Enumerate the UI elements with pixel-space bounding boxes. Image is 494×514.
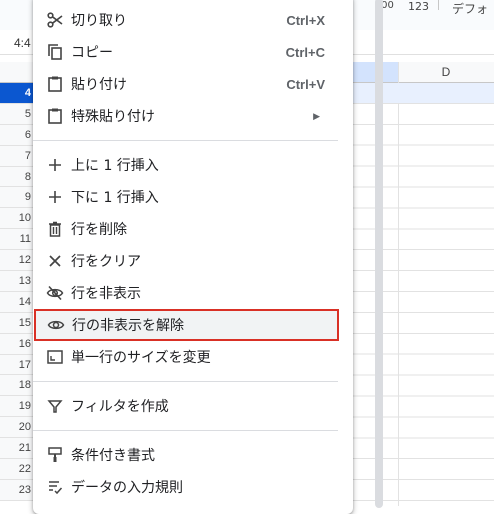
grid-divider: [398, 62, 399, 506]
toolbar-divider: [438, 0, 439, 10]
menu-item-label: 下に 1 行挿入: [71, 190, 159, 206]
clipboard-icon: [46, 75, 64, 93]
column-header-d[interactable]: D: [398, 62, 494, 82]
font-select[interactable]: デフォ: [452, 0, 488, 17]
shortcut-label: Ctrl+V: [286, 76, 325, 92]
menu-item-label: コピー: [71, 45, 113, 61]
menu-scrollbar[interactable]: [375, 0, 383, 508]
checklist-icon: [46, 478, 64, 496]
menu-item-paste-special[interactable]: 特殊貼り付け ▶: [33, 100, 338, 132]
menu-item-label: フィルタを作成: [71, 399, 169, 415]
menu-item-label: 条件付き書式: [71, 448, 155, 464]
menu-item-label: 特殊貼り付け: [71, 109, 155, 125]
menu-item-hide-row[interactable]: 行を非表示: [33, 277, 338, 309]
menu-item-insert-row-above[interactable]: 上に 1 行挿入: [33, 149, 338, 181]
context-menu: 切り取り Ctrl+X コピー Ctrl+C 貼り付け Ctrl+V 特殊貼り付…: [33, 0, 383, 514]
clipboard-icon: [46, 107, 64, 125]
menu-divider: [33, 381, 338, 382]
shortcut-label: Ctrl+C: [285, 44, 325, 60]
filter-icon: [46, 397, 64, 415]
menu-item-paste[interactable]: 貼り付け Ctrl+V: [33, 68, 338, 100]
menu-item-label: データの入力規則: [71, 480, 183, 496]
menu-item-create-filter[interactable]: フィルタを作成: [33, 390, 338, 422]
menu-item-data-validation[interactable]: データの入力規則: [33, 471, 338, 503]
eye-off-icon: [46, 284, 64, 302]
menu-item-delete-row[interactable]: 行を削除: [33, 213, 338, 245]
menu-item-insert-row-below[interactable]: 下に 1 行挿入: [33, 181, 338, 213]
menu-item-resize-row[interactable]: 単一行のサイズを変更: [33, 341, 338, 373]
menu-item-label: 単一行のサイズを変更: [71, 350, 211, 366]
submenu-arrow-icon: ▶: [313, 110, 320, 121]
menu-item-label: 行を非表示: [71, 286, 141, 302]
menu-item-copy[interactable]: コピー Ctrl+C: [33, 36, 338, 68]
menu-item-label: 行をクリア: [71, 254, 141, 270]
menu-item-label: 行の非表示を解除: [72, 318, 184, 334]
shortcut-label: Ctrl+X: [286, 12, 325, 28]
close-icon: [46, 252, 64, 270]
menu-item-conditional-formatting[interactable]: 条件付き書式: [33, 439, 338, 471]
eye-icon: [47, 316, 65, 334]
menu-item-cut[interactable]: 切り取り Ctrl+X: [33, 4, 338, 36]
menu-divider: [33, 430, 338, 431]
resize-icon: [46, 348, 64, 366]
menu-item-label: 切り取り: [71, 13, 127, 29]
paint-roller-icon: [46, 446, 64, 464]
scissors-icon: [46, 11, 64, 29]
trash-icon: [46, 220, 64, 238]
name-box[interactable]: 4:4: [14, 36, 31, 50]
number-format-button[interactable]: 123: [408, 0, 429, 13]
menu-item-clear-row[interactable]: 行をクリア: [33, 245, 338, 277]
menu-divider: [33, 140, 338, 141]
copy-icon: [46, 43, 64, 61]
menu-item-label: 上に 1 行挿入: [71, 158, 159, 174]
menu-item-label: 貼り付け: [71, 77, 127, 93]
plus-icon: [46, 188, 64, 206]
menu-item-unhide-row[interactable]: 行の非表示を解除: [34, 309, 339, 341]
plus-icon: [46, 156, 64, 174]
menu-item-label: 行を削除: [71, 222, 127, 238]
